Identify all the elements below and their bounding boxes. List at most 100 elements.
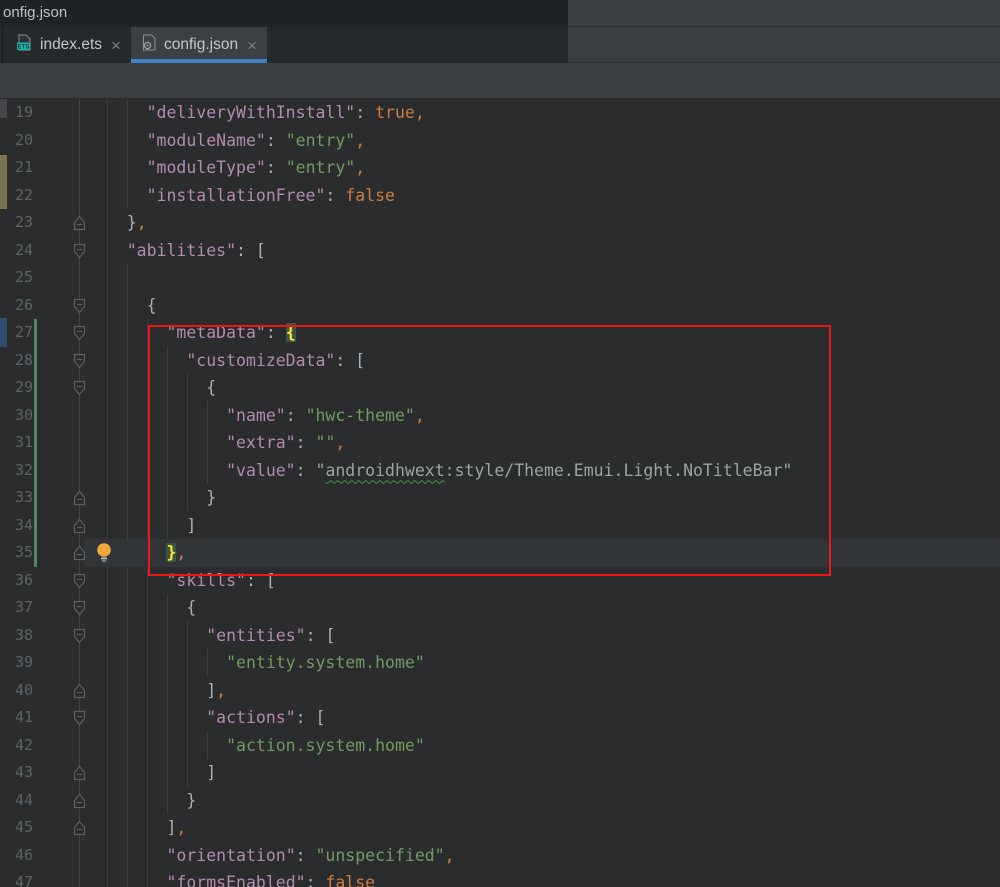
line-number[interactable]: 24: [0, 237, 33, 265]
line-number[interactable]: 32: [0, 457, 33, 485]
line-number[interactable]: 27: [0, 319, 33, 347]
fold-region-start-icon[interactable]: [72, 298, 87, 314]
line-number[interactable]: 40: [0, 677, 33, 705]
line-number[interactable]: 35: [0, 539, 33, 567]
line-number[interactable]: 34: [0, 512, 33, 540]
code-line[interactable]: 24 "abilities": [: [0, 237, 1000, 265]
line-number[interactable]: 45: [0, 814, 33, 842]
line-number[interactable]: 26: [0, 292, 33, 320]
tab-config-json[interactable]: config.json ×: [131, 27, 267, 63]
fold-region-start-icon[interactable]: [72, 573, 87, 589]
line-number[interactable]: 46: [0, 842, 33, 870]
code-text: ],: [87, 814, 186, 842]
code-line[interactable]: 46 "orientation": "unspecified",: [0, 842, 1000, 870]
code-line[interactable]: 22 "installationFree": false: [0, 182, 1000, 210]
code-token: "customizeData": [186, 351, 335, 370]
code-line[interactable]: 37 {: [0, 594, 1000, 622]
line-number[interactable]: 42: [0, 732, 33, 760]
fold-region-start-icon[interactable]: [72, 353, 87, 369]
fold-region-start-icon[interactable]: [72, 710, 87, 726]
code-line[interactable]: 27 "metaData": {: [0, 319, 1000, 347]
code-line[interactable]: 33 }: [0, 484, 1000, 512]
code-line[interactable]: 30 "name": "hwc-theme",: [0, 402, 1000, 430]
code-editor[interactable]: 19 "deliveryWithInstall": true,20 "modul…: [0, 99, 1000, 887]
fold-region-end-icon[interactable]: [72, 215, 87, 231]
line-number[interactable]: 36: [0, 567, 33, 595]
code-line[interactable]: 47 "formsEnabled": false: [0, 869, 1000, 887]
line-number[interactable]: 28: [0, 347, 33, 375]
code-line[interactable]: 32 "value": "androidhwext:style/Theme.Em…: [0, 457, 1000, 485]
code-line[interactable]: 19 "deliveryWithInstall": true,: [0, 99, 1000, 127]
line-number[interactable]: 19: [0, 99, 33, 127]
code-line[interactable]: 41 "actions": [: [0, 704, 1000, 732]
fold-region-start-icon[interactable]: [72, 380, 87, 396]
line-number[interactable]: 47: [0, 869, 33, 887]
code-token: "entity.system.home": [226, 653, 425, 672]
code-line[interactable]: 35 },: [0, 539, 1000, 567]
line-number[interactable]: 44: [0, 787, 33, 815]
code-text: {: [87, 594, 196, 622]
code-text: ],: [87, 677, 226, 705]
code-line[interactable]: 29 {: [0, 374, 1000, 402]
code-line[interactable]: 21 "moduleType": "entry",: [0, 154, 1000, 182]
line-number[interactable]: 20: [0, 127, 33, 155]
code-line[interactable]: 34 ]: [0, 512, 1000, 540]
breadcrumb[interactable]: onfig.json: [3, 0, 67, 27]
code-text: "entity.system.home": [87, 649, 425, 677]
code-token: true,: [375, 103, 425, 122]
code-token: ": [316, 461, 326, 480]
code-token: "": [316, 433, 336, 452]
fold-region-end-icon[interactable]: [72, 518, 87, 534]
line-number[interactable]: 21: [0, 154, 33, 182]
close-tab-icon[interactable]: ×: [247, 37, 257, 54]
close-tab-icon[interactable]: ×: [111, 37, 121, 54]
fold-region-start-icon[interactable]: [72, 243, 87, 259]
code-line[interactable]: 39 "entity.system.home": [0, 649, 1000, 677]
code-line[interactable]: 38 "entities": [: [0, 622, 1000, 650]
line-number[interactable]: 29: [0, 374, 33, 402]
code-line[interactable]: 20 "moduleName": "entry",: [0, 127, 1000, 155]
code-line[interactable]: 25: [0, 264, 1000, 292]
fold-region-start-icon[interactable]: [72, 628, 87, 644]
tab-index-ets[interactable]: ETS index.ets ×: [6, 27, 131, 63]
code-token: :: [306, 626, 326, 645]
code-line[interactable]: 43 ]: [0, 759, 1000, 787]
fold-region-end-icon[interactable]: [72, 490, 87, 506]
line-number[interactable]: 31: [0, 429, 33, 457]
code-token: [: [266, 571, 276, 590]
line-number[interactable]: 33: [0, 484, 33, 512]
line-number[interactable]: 25: [0, 264, 33, 292]
line-number[interactable]: 22: [0, 182, 33, 210]
fold-region-start-icon[interactable]: [72, 600, 87, 616]
code-line[interactable]: 36 "skills": [: [0, 567, 1000, 595]
code-line[interactable]: 28 "customizeData": [: [0, 347, 1000, 375]
line-number[interactable]: 30: [0, 402, 33, 430]
code-line[interactable]: 45 ],: [0, 814, 1000, 842]
fold-region-end-icon[interactable]: [72, 793, 87, 809]
code-line[interactable]: 23 },: [0, 209, 1000, 237]
fold-region-start-icon[interactable]: [72, 325, 87, 341]
code-line[interactable]: 44 }: [0, 787, 1000, 815]
fold-region-end-icon[interactable]: [72, 545, 87, 561]
line-number[interactable]: 43: [0, 759, 33, 787]
line-number[interactable]: 38: [0, 622, 33, 650]
code-token: "installationFree": [147, 186, 326, 205]
code-text: "entities": [: [87, 622, 335, 650]
line-number[interactable]: 41: [0, 704, 33, 732]
code-token: {: [286, 323, 296, 342]
code-token: {: [186, 598, 196, 617]
line-number[interactable]: 37: [0, 594, 33, 622]
code-line[interactable]: 40 ],: [0, 677, 1000, 705]
breadcrumb-bar-left: [0, 0, 568, 27]
code-text: "customizeData": [: [87, 347, 365, 375]
code-line[interactable]: 26 {: [0, 292, 1000, 320]
code-text: "formsEnabled": false: [87, 869, 375, 887]
fold-region-end-icon[interactable]: [72, 820, 87, 836]
line-number[interactable]: 39: [0, 649, 33, 677]
code-token: :: [296, 461, 316, 480]
code-line[interactable]: 31 "extra": "",: [0, 429, 1000, 457]
fold-region-end-icon[interactable]: [72, 683, 87, 699]
code-line[interactable]: 42 "action.system.home": [0, 732, 1000, 760]
line-number[interactable]: 23: [0, 209, 33, 237]
fold-region-end-icon[interactable]: [72, 765, 87, 781]
